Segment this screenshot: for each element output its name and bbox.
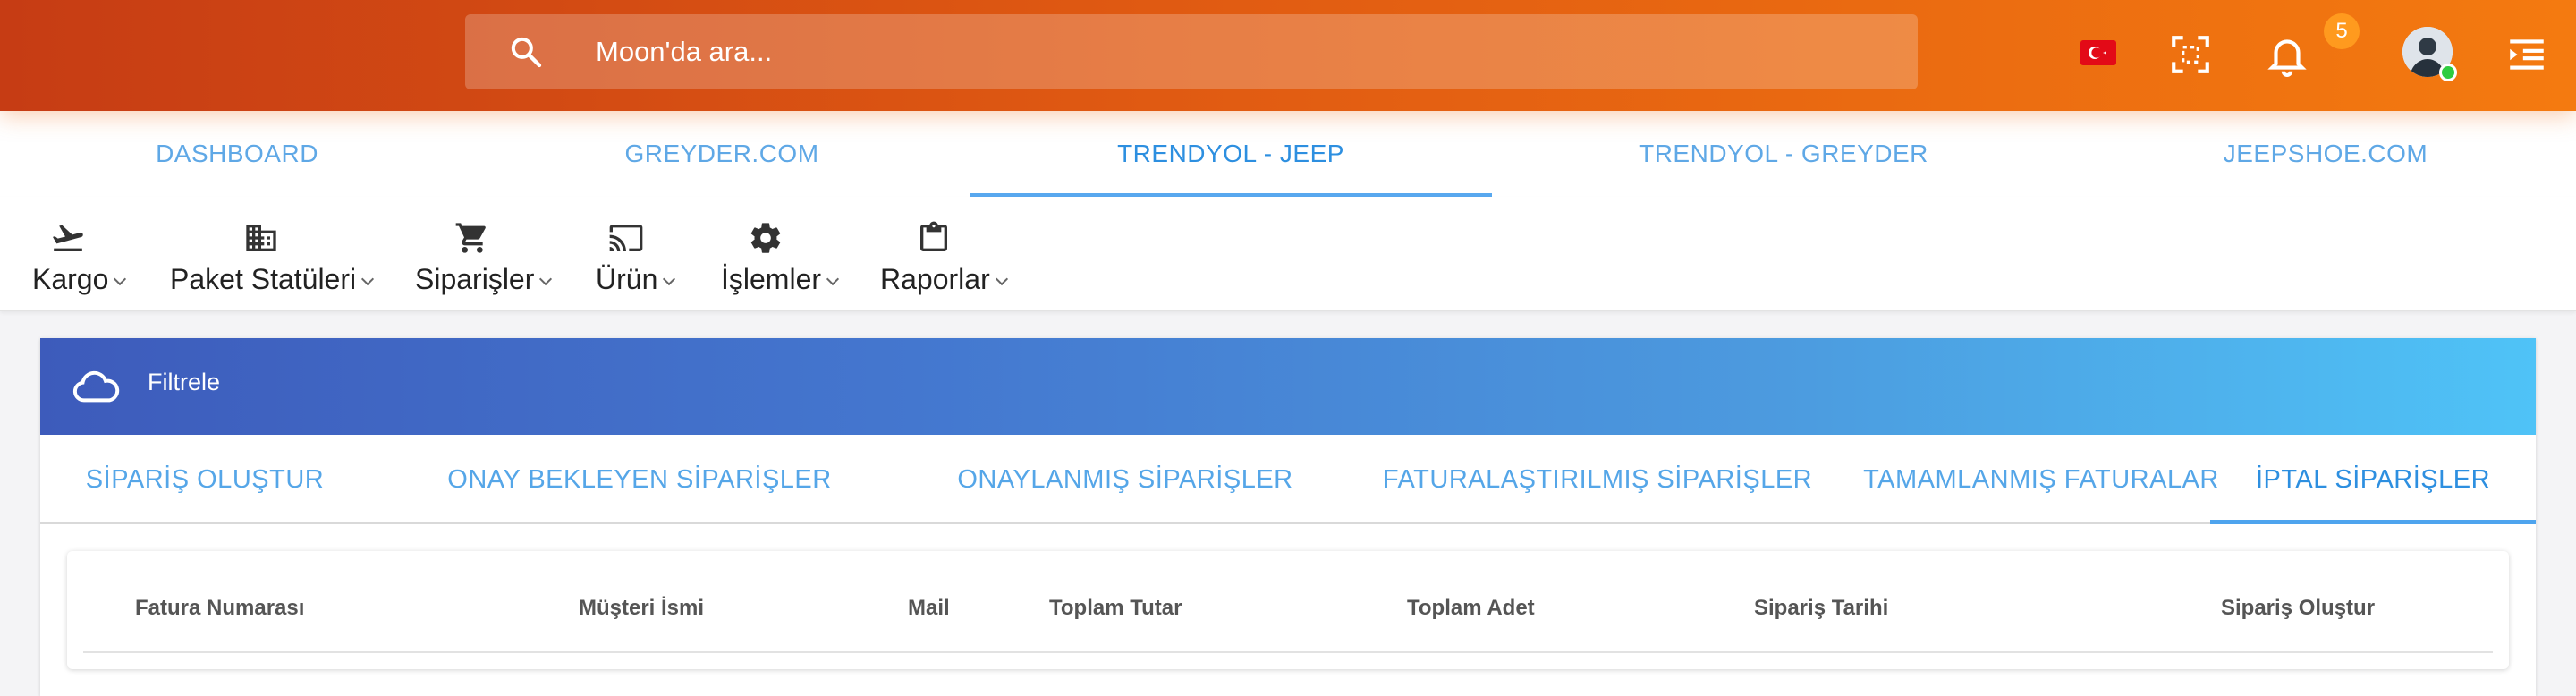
menu-collapse-icon[interactable]: [2504, 32, 2549, 77]
card-title: Filtrele: [148, 369, 221, 395]
table-divider: [83, 651, 2493, 653]
menu-paket-statuleri[interactable]: Paket Statüleri: [170, 197, 385, 311]
chevron-down-icon: [826, 272, 840, 286]
orders-card: Filtrele SİPARİŞ OLUŞTUR ONAY BEKLEYEN S…: [40, 338, 2536, 696]
tab-onay-bekleyen[interactable]: ONAY BEKLEYEN SİPARİŞLER: [369, 435, 910, 524]
tab-tamamlanmis-faturalar[interactable]: TAMAMLANMIŞ FATURALAR: [1854, 435, 2228, 524]
menu-label-raporlar: Raporlar: [880, 263, 990, 295]
tab-onaylanmis[interactable]: ONAYLANMIŞ SİPARİŞLER: [910, 435, 1341, 524]
menu-kargo[interactable]: Kargo: [32, 197, 131, 311]
search-bar[interactable]: Moon'da ara...: [465, 14, 1918, 89]
menu-label-urun: Ürün: [596, 263, 658, 295]
gear-icon: [750, 223, 781, 253]
tab-siparis-olustur[interactable]: SİPARİŞ OLUŞTUR: [40, 435, 369, 524]
menu-label-paket-statuleri: Paket Statüleri: [170, 263, 357, 295]
tab-dashboard[interactable]: DASHBOARD: [0, 111, 474, 197]
menu-islemler[interactable]: İşlemler: [721, 197, 855, 311]
tab-jeepshoe-com[interactable]: JEEPSHOE.COM: [2075, 111, 2576, 197]
search-icon: [511, 37, 542, 68]
order-status-tabs: SİPARİŞ OLUŞTUR ONAY BEKLEYEN SİPARİŞLER…: [40, 435, 2536, 524]
tab-greyder-com[interactable]: GREYDER.COM: [474, 111, 970, 197]
chevron-down-icon: [539, 272, 553, 286]
flight-takeoff-icon: [53, 225, 83, 251]
top-app-bar: Moon'da ara... 5: [0, 0, 2576, 111]
column-header-toplam-adet[interactable]: Toplam Adet: [1407, 551, 1535, 666]
menu-bar: Kargo Paket Statüleri Siparişler Ürün İş…: [0, 197, 2576, 311]
chevron-down-icon: [663, 272, 676, 286]
column-header-fatura-numarasi[interactable]: Fatura Numarası: [135, 551, 304, 666]
search-input[interactable]: Moon'da ara...: [596, 14, 772, 89]
column-header-toplam-tutar[interactable]: Toplam Tutar: [1049, 551, 1182, 666]
store-tabs: DASHBOARD GREYDER.COM TRENDYOL - JEEP TR…: [0, 111, 2576, 197]
column-header-siparis-tarihi[interactable]: Sipariş Tarihi: [1754, 551, 1888, 666]
chevron-down-icon: [114, 272, 127, 286]
menu-siparisler[interactable]: Siparişler: [415, 197, 567, 311]
online-status-dot: [2439, 64, 2457, 81]
card-header: Filtrele: [40, 338, 2536, 435]
menu-label-kargo: Kargo: [32, 263, 109, 295]
cart-icon: [455, 223, 486, 253]
notification-badge: 5: [2324, 13, 2360, 49]
bell-icon[interactable]: [2265, 32, 2309, 77]
menu-raporlar[interactable]: Raporlar: [880, 197, 1023, 311]
menu-urun[interactable]: Ürün: [596, 197, 694, 311]
cloud-icon[interactable]: [72, 367, 120, 406]
column-header-siparis-olustur[interactable]: Sipariş Oluştur: [2221, 551, 2375, 666]
building-icon: [246, 225, 276, 251]
cast-icon: [609, 225, 643, 251]
menu-label-siparisler: Siparişler: [415, 263, 535, 295]
orders-table: Fatura Numarası Müşteri İsmi Mail Toplam…: [67, 551, 2509, 669]
turkey-flag-icon[interactable]: [2080, 40, 2116, 65]
column-header-mail[interactable]: Mail: [908, 551, 950, 666]
tab-iptal-siparisler[interactable]: İPTAL SİPARİŞLER: [2210, 435, 2536, 524]
column-header-musteri-ismi[interactable]: Müşteri İsmi: [579, 551, 704, 666]
fullscreen-icon[interactable]: [2168, 32, 2213, 77]
tab-faturalastirilmis[interactable]: FATURALAŞTIRILMIŞ SİPARİŞLER: [1341, 435, 1854, 524]
tab-trendyol-jeep[interactable]: TRENDYOL - JEEP: [970, 111, 1492, 197]
menu-label-islemler: İşlemler: [721, 263, 822, 295]
chevron-down-icon: [995, 272, 1008, 286]
chevron-down-icon: [361, 272, 375, 286]
tab-trendyol-greyder[interactable]: TRENDYOL - GREYDER: [1492, 111, 2075, 197]
clipboard-icon: [920, 221, 947, 251]
